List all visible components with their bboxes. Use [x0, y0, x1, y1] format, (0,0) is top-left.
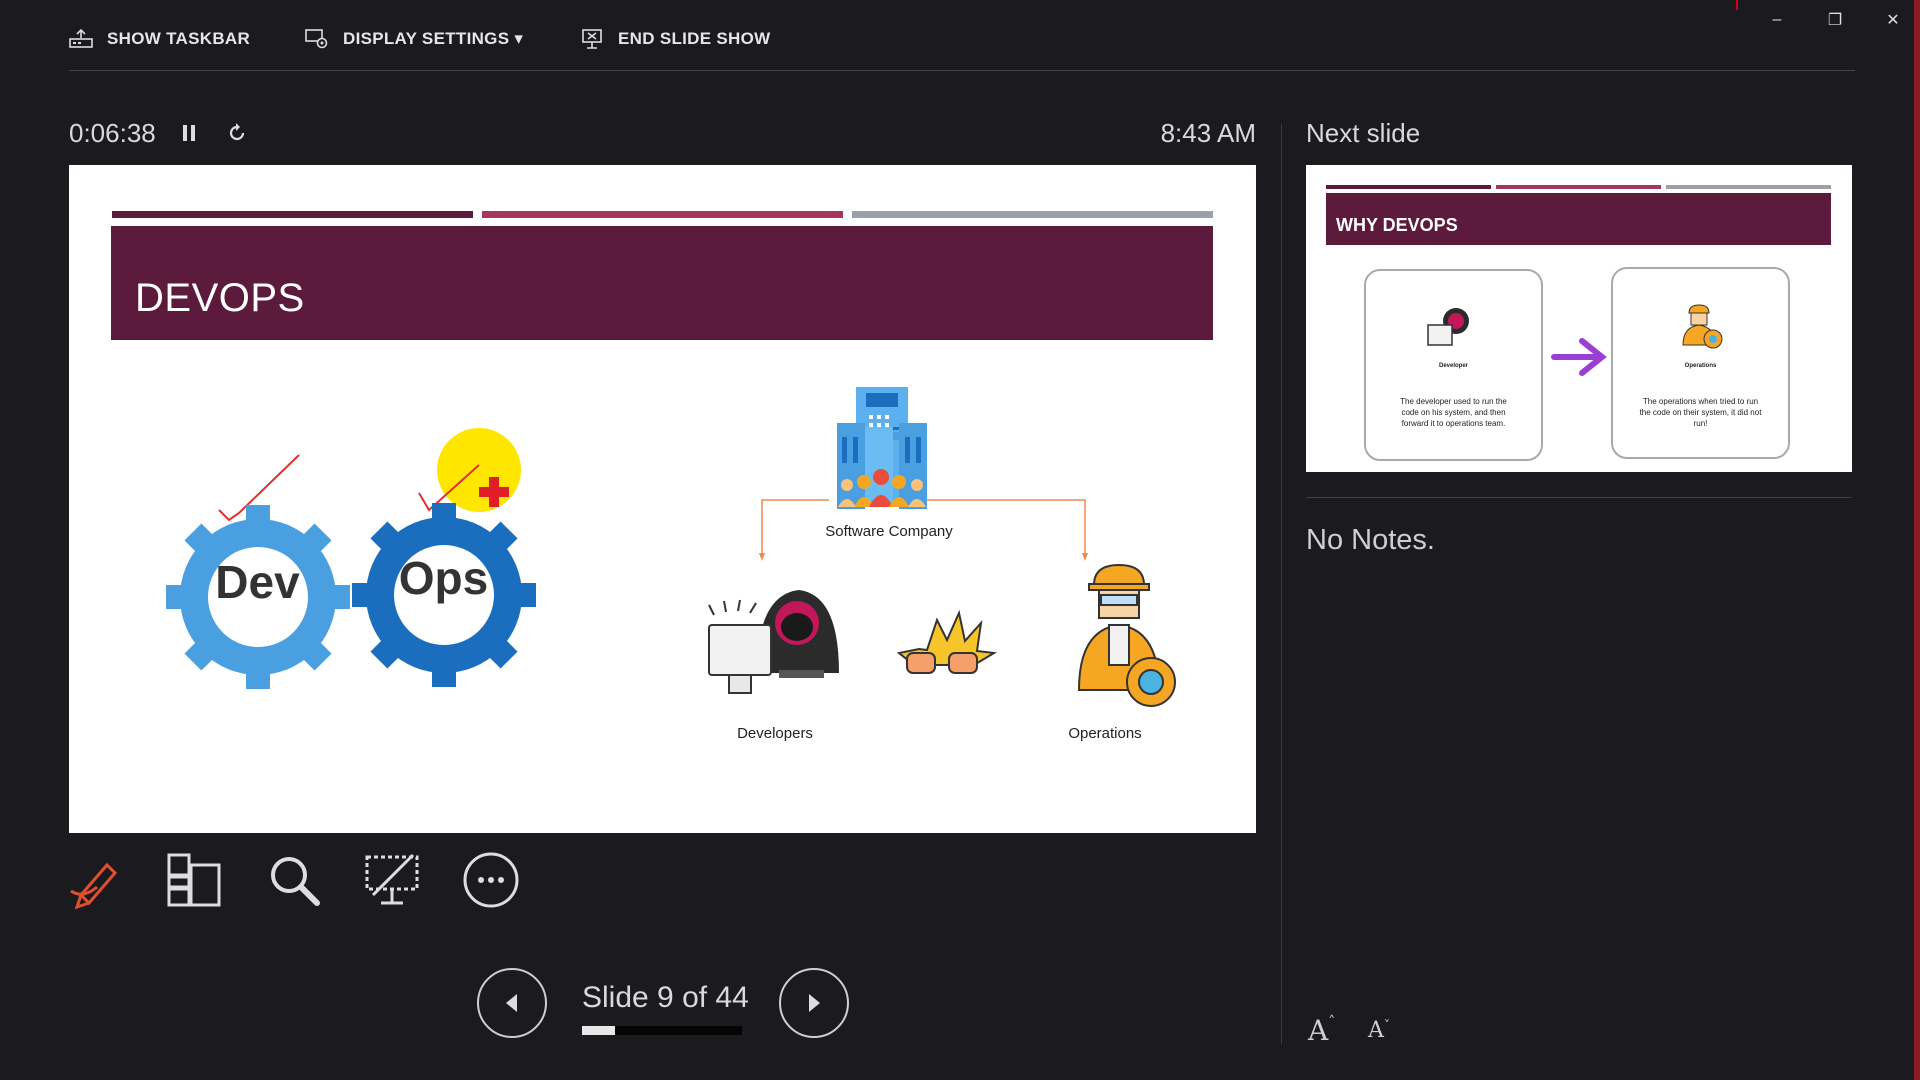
thumb-developer-icon: [1427, 308, 1469, 346]
toolbar-divider: [69, 70, 1855, 71]
thumb-card-developer-text: The developer used to run the code on hi…: [1400, 397, 1507, 428]
slide-progress-fill: [582, 1026, 615, 1035]
previous-slide-button[interactable]: [477, 968, 547, 1038]
notes-divider: [1306, 497, 1852, 498]
elapsed-timer: 0:06:38: [69, 118, 156, 148]
thumb-bar-1: [1326, 185, 1491, 189]
conflict-icon: [896, 609, 998, 674]
panel-divider: [1281, 124, 1282, 1044]
red-cross-h: [479, 487, 509, 497]
next-icon: [809, 994, 820, 1012]
laser-highlight: [437, 428, 521, 512]
thumb-operations-icon: [1682, 304, 1723, 349]
slide-progress-bar: [582, 1026, 742, 1035]
display-settings-label: DISPLAY SETTINGS ▾: [343, 29, 524, 48]
taskbar-icon: [69, 29, 93, 49]
speaker-notes: No Notes.: [1306, 524, 1435, 556]
end-slide-show-label: END SLIDE SHOW: [618, 29, 771, 48]
end-slide-show-button[interactable]: END SLIDE SHOW: [580, 26, 771, 52]
developer-icon: [708, 590, 839, 694]
minimize-icon: –: [1772, 11, 1782, 28]
previous-icon: [506, 994, 517, 1012]
more-options-button[interactable]: [461, 850, 521, 910]
see-all-slides-button[interactable]: [164, 850, 224, 910]
next-slide-label: Next slide: [1306, 118, 1421, 148]
next-slide-thumbnail[interactable]: WHY DEVOPS Developer The developer used …: [1306, 165, 1852, 472]
minimize-button[interactable]: –: [1762, 8, 1792, 32]
black-screen-button[interactable]: [362, 850, 422, 910]
display-settings-icon: [305, 28, 329, 50]
operations-label: Operations: [1068, 725, 1142, 742]
thumb-bar-3: [1666, 185, 1831, 189]
operations-icon: [1077, 563, 1176, 707]
close-icon: ✕: [1886, 12, 1900, 29]
next-slide-button[interactable]: [779, 968, 849, 1038]
pen-tool-icon: [70, 862, 118, 909]
thumb-bar-2: [1496, 185, 1661, 189]
font-increase-button[interactable]: A˄: [1308, 1014, 1335, 1047]
thumb-card-operations: Operations The operations when tried to …: [1611, 267, 1790, 459]
thumb-arrow-icon: [1551, 338, 1607, 376]
restart-icon[interactable]: [226, 122, 248, 149]
show-taskbar-button[interactable]: SHOW TASKBAR: [69, 26, 250, 52]
display-settings-button[interactable]: DISPLAY SETTINGS ▾: [305, 26, 523, 52]
current-slide: DEVOPS Dev Ops Software Company Develope…: [69, 165, 1256, 833]
current-time: 8:43 AM: [1160, 118, 1256, 148]
zoom-button[interactable]: [264, 850, 324, 910]
dev-gear-label: Dev: [215, 556, 300, 608]
ops-gear-label: Ops: [398, 552, 489, 604]
slide-counter: Slide 9 of 44: [582, 981, 749, 1014]
window-edge: [1914, 0, 1920, 1080]
zoom-icon: [271, 857, 320, 906]
thumb-card-operations-title: Operations: [1684, 363, 1717, 369]
font-increase-icon: A˄: [1308, 1014, 1336, 1047]
more-options-icon: [463, 852, 519, 908]
thumb-card-developer: Developer The developer used to run the …: [1364, 269, 1543, 461]
font-decrease-icon: A˅: [1368, 1018, 1390, 1043]
see-all-slides-icon: [167, 853, 221, 907]
company-label: Software Company: [825, 523, 953, 540]
thumb-header: WHY DEVOPS: [1326, 193, 1831, 245]
close-button[interactable]: ✕: [1878, 8, 1908, 32]
end-show-icon: [580, 28, 604, 50]
font-decrease-button[interactable]: A˅: [1368, 1018, 1390, 1043]
pen-tool-button[interactable]: [66, 850, 126, 910]
restore-icon: ❐: [1827, 12, 1843, 29]
building-icon: [837, 387, 927, 509]
restore-button[interactable]: ❐: [1820, 8, 1850, 32]
red-marker: [1736, 0, 1738, 10]
black-screen-icon: [365, 853, 419, 905]
thumb-card-operations-text: The operations when tried to run the cod…: [1639, 397, 1762, 428]
pause-icon[interactable]: [180, 122, 198, 149]
show-taskbar-label: SHOW TASKBAR: [107, 29, 251, 48]
thumb-title: WHY DEVOPS: [1336, 215, 1458, 235]
developers-label: Developers: [737, 725, 813, 742]
thumb-card-developer-title: Developer: [1438, 363, 1468, 369]
